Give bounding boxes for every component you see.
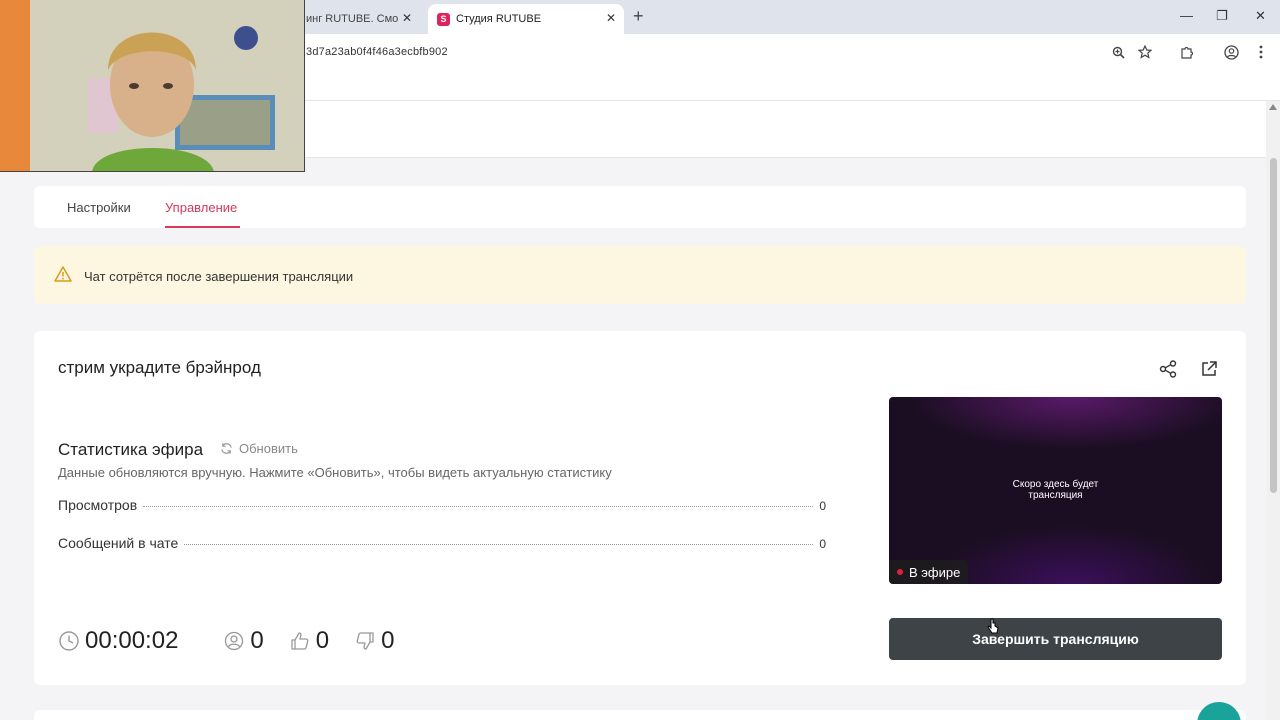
kebab-menu-icon[interactable] xyxy=(1252,43,1270,61)
clock-icon xyxy=(59,631,79,651)
maximize-icon[interactable]: ❐ xyxy=(1216,8,1228,24)
active-tab-underline xyxy=(165,226,240,228)
tab-title: инг RUTUBE. Смотре xyxy=(306,13,398,25)
webcam-image xyxy=(0,0,304,171)
refresh-icon xyxy=(221,443,232,454)
stat-label: Просмотров xyxy=(58,497,138,513)
tab-title: Студия RUTUBE xyxy=(456,13,542,25)
dislikes-counter: 0 xyxy=(355,627,395,655)
page-scrollbar[interactable] xyxy=(1266,101,1280,720)
tab-settings[interactable]: Настройки xyxy=(67,200,131,215)
stats-hint: Данные обновляются вручную. Нажмите «Обн… xyxy=(58,465,612,480)
stats-title: Статистика эфира xyxy=(58,440,204,459)
refresh-button[interactable]: Обновить xyxy=(220,441,298,456)
close-icon[interactable]: ✕ xyxy=(402,11,412,25)
stat-row-views: Просмотров 0 xyxy=(58,497,826,513)
close-icon[interactable]: ✕ xyxy=(606,11,616,25)
zoom-icon[interactable] xyxy=(1109,43,1127,61)
scroll-up-arrow-icon[interactable] xyxy=(1269,104,1277,110)
end-stream-button[interactable]: Завершить трансляцию xyxy=(889,618,1222,660)
likes-counter: 0 xyxy=(290,627,329,655)
thumbs-down-icon xyxy=(356,632,374,650)
live-dot-icon xyxy=(897,569,903,575)
share-icon[interactable] xyxy=(1157,358,1179,380)
likes-value: 0 xyxy=(315,627,330,654)
tab-management[interactable]: Управление xyxy=(165,200,237,215)
profile-icon[interactable] xyxy=(1222,43,1240,61)
stream-card: стрим украдите брэйнрод Статистика эфира… xyxy=(34,331,1246,685)
dotted-leader xyxy=(143,506,814,507)
live-badge: В эфире xyxy=(889,560,969,584)
viewers-counter: 0 xyxy=(224,627,264,655)
minimize-icon[interactable]: — xyxy=(1180,8,1193,23)
hand-cursor-icon xyxy=(987,618,999,634)
url-text[interactable]: 3d7a23ab0f4f46a3ecbfb902 xyxy=(306,46,448,58)
dotted-leader xyxy=(184,544,814,545)
page-tabs: Настройки Управление xyxy=(34,186,1246,228)
refresh-label: Обновить xyxy=(239,441,298,456)
viewers-value: 0 xyxy=(250,627,264,654)
notice-text: Чат сотрётся после завершения трансляции xyxy=(84,269,354,284)
live-label: В эфире xyxy=(909,564,961,580)
timer-counter: 00:00:02 xyxy=(58,627,178,655)
scroll-thumb[interactable] xyxy=(1270,158,1277,493)
stat-value: 0 xyxy=(819,499,826,513)
rutube-favicon-icon: S xyxy=(437,12,450,26)
warning-icon xyxy=(54,266,72,287)
live-counters: 00:00:02 0 0 0 xyxy=(58,627,421,655)
new-tab-plus-icon[interactable]: + xyxy=(633,6,644,27)
stream-preview[interactable]: Скоро здесь будет трансляция В эфире xyxy=(889,397,1222,584)
next-section-card xyxy=(34,710,1246,720)
stream-title: стрим украдите брэйнрод xyxy=(58,358,261,377)
close-window-icon[interactable]: ✕ xyxy=(1255,8,1266,24)
dislikes-value: 0 xyxy=(381,627,395,654)
stat-label: Сообщений в чате xyxy=(58,535,179,551)
browser-tab-studio[interactable]: S Студия RUTUBE ✕ xyxy=(428,4,624,34)
bookmark-star-icon[interactable] xyxy=(1136,43,1154,61)
preview-placeholder-text: Скоро здесь будет трансляция xyxy=(889,479,1222,501)
preview-text-line: трансляция xyxy=(1028,490,1083,501)
chat-notice-banner: Чат сотрётся после завершения трансляции xyxy=(34,246,1246,304)
thumbs-up-icon xyxy=(291,632,309,650)
chat-fab-button[interactable] xyxy=(1197,702,1241,720)
stat-value: 0 xyxy=(819,537,826,551)
extensions-puzzle-icon[interactable] xyxy=(1178,43,1196,61)
webcam-overlay xyxy=(0,0,305,172)
external-link-icon[interactable] xyxy=(1198,358,1220,380)
timer-value: 00:00:02 xyxy=(85,627,179,654)
browser-tab-rutube[interactable]: инг RUTUBE. Смотре ✕ xyxy=(290,4,420,34)
stat-row-chat-messages: Сообщений в чате 0 xyxy=(58,535,826,551)
viewer-user-icon xyxy=(225,631,244,651)
preview-text-line: Скоро здесь будет xyxy=(1012,479,1099,490)
